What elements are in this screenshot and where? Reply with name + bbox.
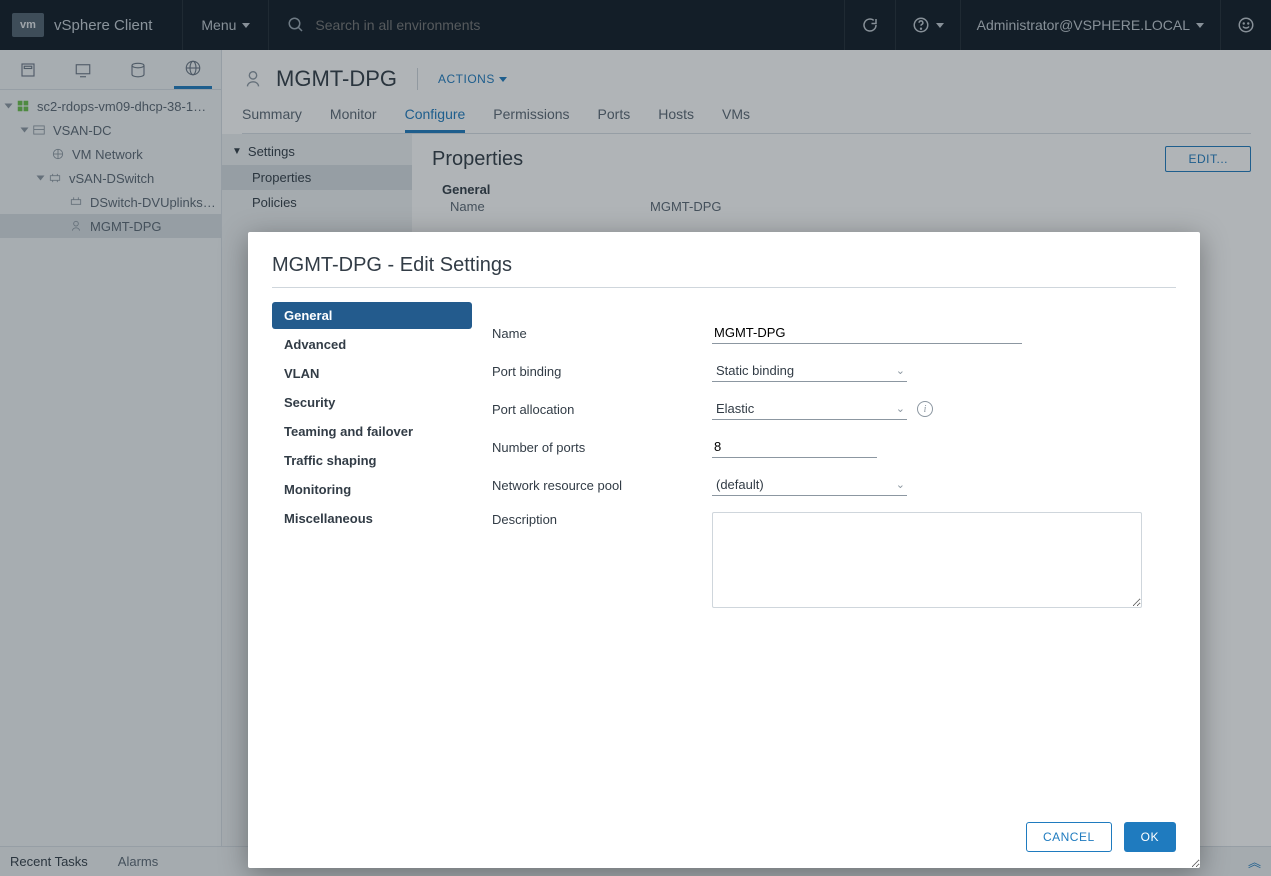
port-binding-label: Port binding [492,364,712,379]
select-value: (default) [716,477,764,492]
form-row-pool: Network resource pool (default) ⌄ [492,474,1176,496]
modal-nav-monitoring[interactable]: Monitoring [272,476,472,503]
edit-settings-modal: MGMT-DPG - Edit Settings General Advance… [248,232,1200,868]
pool-select[interactable]: (default) ⌄ [712,474,907,496]
name-label: Name [492,326,712,341]
port-allocation-select[interactable]: Elastic ⌄ [712,398,907,420]
modal-nav-misc[interactable]: Miscellaneous [272,505,472,532]
form-row-name: Name [492,322,1176,344]
select-value: Static binding [716,363,794,378]
modal-nav-teaming[interactable]: Teaming and failover [272,418,472,445]
chevron-down-icon: ⌄ [896,364,905,377]
form-row-binding: Port binding Static binding ⌄ [492,360,1176,382]
port-binding-select[interactable]: Static binding ⌄ [712,360,907,382]
description-textarea[interactable] [712,512,1142,608]
pool-label: Network resource pool [492,478,712,493]
modal-form: Name Port binding Static binding ⌄ Port a… [492,302,1176,814]
modal-nav-traffic[interactable]: Traffic shaping [272,447,472,474]
ports-label: Number of ports [492,440,712,455]
select-value: Elastic [716,401,754,416]
port-allocation-label: Port allocation [492,402,712,417]
modal-nav-vlan[interactable]: VLAN [272,360,472,387]
modal-nav: General Advanced VLAN Security Teaming a… [272,302,472,814]
name-input[interactable] [712,322,1022,344]
description-label: Description [492,512,712,527]
ports-input[interactable] [712,436,877,458]
chevron-down-icon: ⌄ [896,478,905,491]
form-row-ports: Number of ports [492,436,1176,458]
modal-nav-security[interactable]: Security [272,389,472,416]
cancel-button[interactable]: CANCEL [1026,822,1112,852]
modal-nav-advanced[interactable]: Advanced [272,331,472,358]
modal-footer: CANCEL OK [272,814,1176,852]
form-row-allocation: Port allocation Elastic ⌄ i [492,398,1176,420]
form-row-description: Description [492,512,1176,608]
info-icon[interactable]: i [917,401,933,417]
modal-nav-general[interactable]: General [272,302,472,329]
ok-button[interactable]: OK [1124,822,1176,852]
chevron-down-icon: ⌄ [896,402,905,415]
modal-title: MGMT-DPG - Edit Settings [272,254,1176,288]
